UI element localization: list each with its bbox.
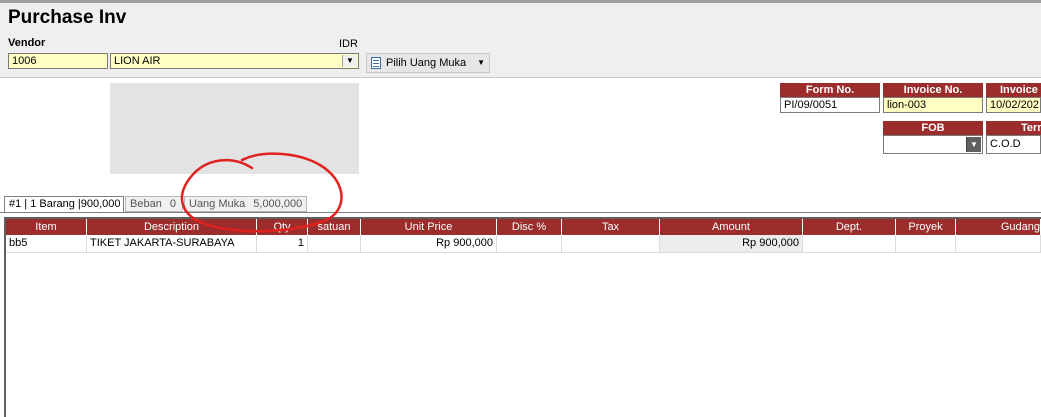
tab-uang-muka[interactable]: Uang Muka 5,000,000 — [184, 196, 307, 212]
col-disc[interactable]: Disc % — [497, 219, 562, 235]
invoice-date-label: Invoice — [986, 83, 1041, 97]
tab-beban-label: Beban — [130, 198, 162, 210]
col-unit-price[interactable]: Unit Price — [361, 219, 497, 235]
vendor-label: Vendor — [8, 37, 46, 49]
col-gudang[interactable]: Gudang — [956, 219, 1041, 235]
vendor-code-input[interactable]: 1006 — [8, 53, 108, 69]
term-label: Term — [986, 121, 1041, 135]
cell-tax[interactable] — [562, 235, 660, 253]
pilih-uang-muka-label: Pilih Uang Muka — [386, 57, 467, 69]
cell-disc[interactable] — [497, 235, 562, 253]
invoice-no-value: lion-003 — [887, 99, 927, 111]
form-no-input[interactable]: PI/09/0051 — [780, 97, 880, 113]
cell-proyek[interactable] — [896, 235, 956, 253]
page-title: Purchase Inv — [8, 7, 127, 28]
col-tax[interactable]: Tax — [562, 219, 660, 235]
cell-amount: Rp 900,000 — [660, 235, 803, 253]
tab-uang-muka-count: 5,000,000 — [253, 198, 303, 210]
col-item[interactable]: Item — [6, 219, 87, 235]
fob-select[interactable]: ▼ — [883, 135, 983, 154]
cell-satuan[interactable] — [308, 235, 361, 253]
tab-divider — [0, 212, 1041, 213]
fob-label: FOB — [883, 121, 983, 135]
form-no-label: Form No. — [780, 83, 880, 97]
cell-gudang[interactable] — [956, 235, 1041, 253]
term-value: C.O.D — [990, 138, 1021, 150]
tab-beban[interactable]: Beban 0 — [125, 196, 183, 212]
currency-label: IDR — [339, 38, 358, 50]
tab-barang[interactable]: #1 | 1 Barang |900,000 — [4, 196, 124, 213]
document-icon — [371, 57, 381, 69]
pilih-uang-muka-button[interactable]: Pilih Uang Muka ▼ — [366, 53, 490, 73]
cell-qty[interactable]: 1 — [257, 235, 308, 253]
col-dept[interactable]: Dept. — [803, 219, 896, 235]
form-no-value: PI/09/0051 — [784, 99, 838, 111]
col-qty[interactable]: Qty — [257, 219, 308, 235]
cell-description[interactable]: TIKET JAKARTA-SURABAYA — [87, 235, 257, 253]
chevron-down-icon[interactable]: ▼ — [477, 54, 485, 72]
cell-item[interactable]: bb5 — [6, 235, 87, 253]
col-proyek[interactable]: Proyek — [896, 219, 956, 235]
col-amount[interactable]: Amount — [660, 219, 803, 235]
invoice-date-value: 10/02/202 — [990, 99, 1039, 111]
items-grid[interactable]: Item Description Qty satuan Unit Price D… — [4, 217, 1041, 417]
cell-dept[interactable] — [803, 235, 896, 253]
vendor-name-value: LION AIR — [114, 55, 161, 67]
col-description[interactable]: Description — [87, 219, 257, 235]
tab-barang-label: #1 | 1 Barang |900,000 — [9, 198, 121, 210]
invoice-date-input[interactable]: 10/02/202 — [986, 97, 1041, 113]
vendor-code-value: 1006 — [12, 55, 37, 67]
vendor-info-panel — [110, 83, 359, 174]
form-header: Purchase Inv Vendor IDR 1006 LION AIR ▼ … — [0, 3, 1041, 78]
tab-beban-count: 0 — [169, 198, 176, 210]
chevron-down-icon[interactable]: ▼ — [342, 55, 357, 67]
term-input[interactable]: C.O.D — [986, 135, 1041, 154]
invoice-no-input[interactable]: lion-003 — [883, 97, 983, 113]
tab-uang-muka-label: Uang Muka — [189, 198, 246, 210]
vendor-name-select[interactable]: LION AIR ▼ — [110, 53, 359, 69]
col-satuan[interactable]: satuan — [308, 219, 361, 235]
invoice-no-label: Invoice No. — [883, 83, 983, 97]
chevron-down-icon[interactable]: ▼ — [966, 137, 981, 152]
cell-unit-price[interactable]: Rp 900,000 — [361, 235, 497, 253]
